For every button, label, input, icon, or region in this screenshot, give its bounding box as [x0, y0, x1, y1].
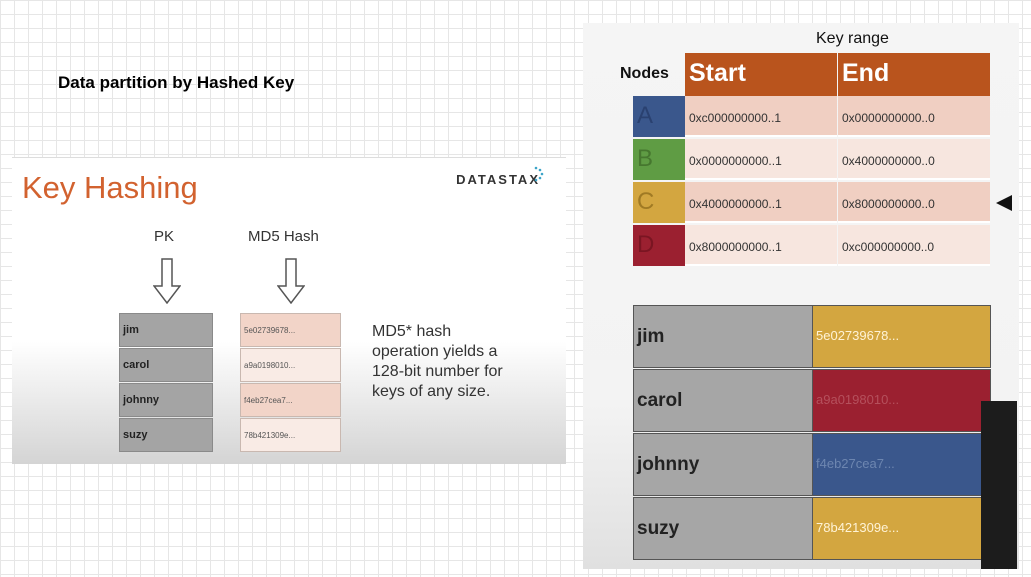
range-start-cell: 0xc000000000..1 [685, 96, 837, 137]
hash-cell: 78b421309e... [813, 498, 990, 559]
key-cell: johnny [634, 434, 813, 495]
hash-cell: 5e02739678... [240, 313, 341, 347]
pk-cell: suzy [119, 418, 213, 452]
datastax-logo-icon [534, 166, 544, 182]
hash-cell: 78b421309e... [240, 418, 341, 452]
end-header: End [838, 53, 990, 96]
node-d-cell: D [633, 225, 685, 266]
key-range-slide: Key range Nodes Start End A 0xc000000000… [583, 23, 1019, 569]
hash-cell: 5e02739678... [813, 306, 990, 367]
range-start-cell: 0x4000000000..1 [685, 182, 837, 223]
range-end-cell: 0x0000000000..0 [838, 96, 990, 137]
hash-cell: a9a0198010... [240, 348, 341, 382]
key-hashing-slide: Key Hashing DATASTAX PK MD5 Hash jim car… [12, 157, 566, 464]
key-hash-table: jim 5e02739678... carol a9a0198010... jo… [633, 305, 991, 561]
range-start-cell: 0x0000000000..1 [685, 139, 837, 180]
table-row: carol a9a0198010... [633, 369, 991, 432]
range-start-cell: 0x8000000000..1 [685, 225, 837, 266]
down-arrow-icon [277, 258, 305, 304]
md5-note: MD5* hash operation yields a 128-bit num… [372, 323, 503, 400]
key-cell: carol [634, 370, 813, 431]
hash-cell: a9a0198010... [813, 370, 990, 431]
range-end-cell: 0xc000000000..0 [838, 225, 990, 266]
key-cell: jim [634, 306, 813, 367]
pk-header: PK [154, 228, 175, 245]
pk-column: jim carol johnny suzy [119, 313, 213, 453]
node-b-cell: B [633, 139, 685, 180]
start-header: Start [685, 53, 837, 96]
hash-cell: f4eb27cea7... [813, 434, 990, 495]
slide-title: Key Hashing [22, 170, 198, 205]
node-a-cell: A [633, 96, 685, 137]
pk-cell: johnny [119, 383, 213, 417]
down-arrow-icon [153, 258, 181, 304]
key-cell: suzy [634, 498, 813, 559]
table-row: jim 5e02739678... [633, 305, 991, 368]
pk-cell: carol [119, 348, 213, 382]
range-end-cell: 0x8000000000..0 [838, 182, 990, 223]
page-title: Data partition by Hashed Key [58, 73, 295, 92]
pointer-marker-icon [996, 195, 1012, 211]
node-c-cell: C [633, 182, 685, 223]
md5-hash-header: MD5 Hash [248, 228, 319, 245]
table-row: johnny f4eb27cea7... [633, 433, 991, 496]
pk-cell: jim [119, 313, 213, 347]
table-row: suzy 78b421309e... [633, 497, 991, 560]
key-range-label: Key range [816, 30, 889, 47]
range-end-cell: 0x4000000000..0 [838, 139, 990, 180]
nodes-label: Nodes [620, 65, 669, 82]
hash-cell: f4eb27cea7... [240, 383, 341, 417]
video-overlay [981, 401, 1017, 569]
hash-column: 5e02739678... a9a0198010... f4eb27cea7..… [240, 313, 341, 453]
